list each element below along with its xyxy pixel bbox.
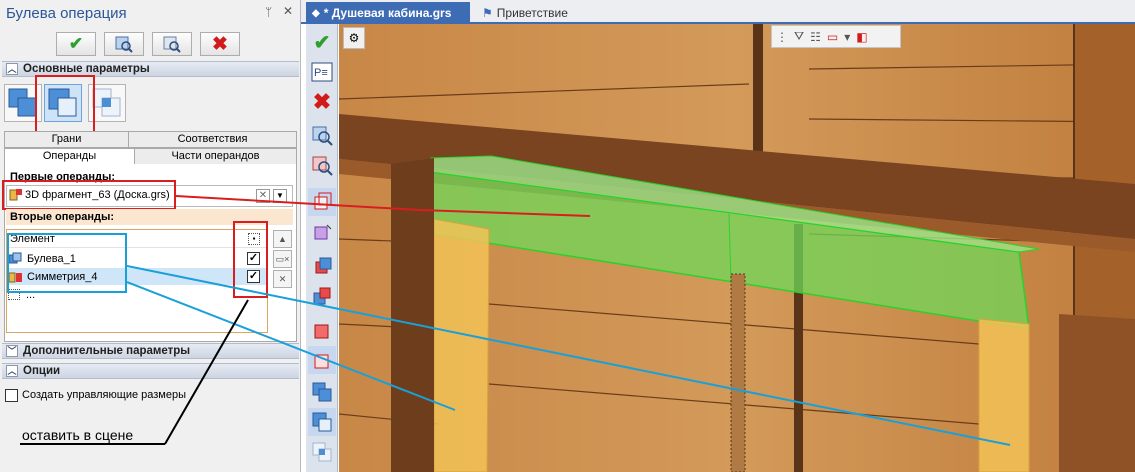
annotation-lines: [20, 195, 1011, 446]
